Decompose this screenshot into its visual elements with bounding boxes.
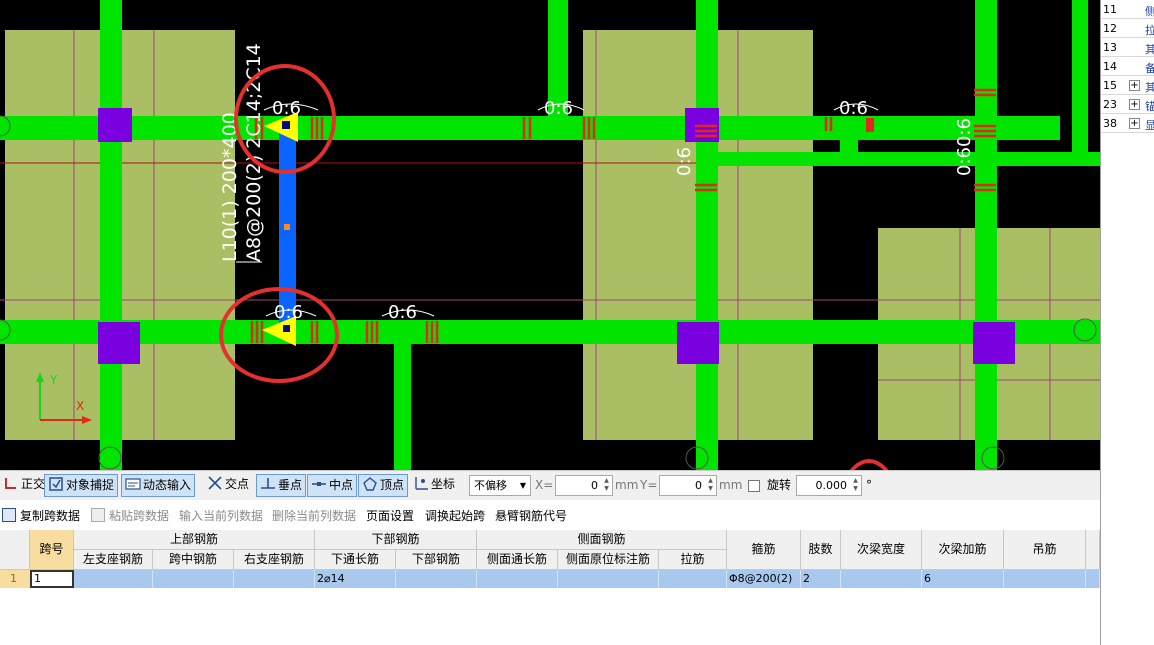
cell-secondary-width[interactable] (841, 570, 922, 588)
property-row[interactable]: 12 拉 (1101, 19, 1154, 38)
offset-select[interactable]: 不偏移 ▼ (469, 475, 531, 496)
corner-cell (0, 530, 30, 570)
cell-bottom[interactable] (396, 570, 477, 588)
cell-tie[interactable] (659, 570, 727, 588)
copy-span-button[interactable]: 复制跨数据 (2, 507, 80, 524)
property-row[interactable]: 23 + 锚 (1101, 95, 1154, 114)
page-setup-button[interactable]: 页面设置 (366, 507, 414, 524)
header-mid-span[interactable]: 跨中钢筋 (153, 550, 234, 570)
input-column-button[interactable]: 输入当前列数据 (179, 507, 263, 524)
expand-icon[interactable]: + (1129, 99, 1140, 110)
perpendicular-icon (261, 478, 275, 489)
cell-secondary-add[interactable]: 6 (922, 570, 1004, 588)
cad-drawing: 0:6 0:6 0:6 0:6 0:6 0:6 0:60:6 L10(1) 20… (0, 0, 1100, 470)
property-row[interactable]: 38 + 显 (1101, 114, 1154, 133)
delete-column-button[interactable]: 删除当前列数据 (272, 507, 356, 524)
row-index[interactable]: 1 (0, 570, 30, 588)
swap-start-button[interactable]: 调换起始跨 (425, 507, 485, 524)
snap-toolbar: 正交 对象捕捉 动态输入 交点 垂点 中点 顶点 坐标 不偏移 ▼ X= 0 ▲ ▼ (0, 470, 1100, 500)
header-secondary-add[interactable]: 次梁加筋 (922, 530, 1004, 570)
header-group-top: 上部钢筋 (74, 530, 315, 550)
cell-bottom-through[interactable]: 2⌀14 (315, 570, 396, 588)
table-action-bar: 复制跨数据 粘贴跨数据 输入当前列数据 删除当前列数据 页面设置 调换起始跨 悬… (0, 500, 1100, 530)
cell-side-through[interactable] (477, 570, 558, 588)
header-hanger[interactable]: 吊筋 (1004, 530, 1086, 570)
intersection-snap-button[interactable]: 交点 (204, 474, 252, 497)
stirrup-mark: 0:6 (839, 98, 868, 119)
paste-icon (91, 508, 105, 522)
property-row[interactable]: 13 其 (1101, 38, 1154, 57)
ortho-button[interactable]: 正交 (0, 474, 48, 497)
header-secondary-width[interactable]: 次梁宽度 (841, 530, 922, 570)
intersection-icon (208, 476, 222, 490)
object-snap-button[interactable]: 对象捕捉 (44, 474, 119, 497)
spinner-icon[interactable]: ▲ ▼ (851, 477, 860, 494)
beam-rebar-label: A8@200(2) 2C14;2C14 (243, 43, 265, 262)
dynamic-input-button[interactable]: 动态输入 (121, 474, 196, 497)
svg-text:Y: Y (49, 373, 58, 387)
header-tie[interactable]: 拉筋 (659, 550, 727, 570)
beam-rebar-editor: 0:6 0:6 0:6 0:6 0:6 0:6 0:60:6 L10(1) 20… (0, 0, 1154, 645)
cell-left-support[interactable] (74, 570, 153, 588)
properties-panel: 11 侧 12 拉 13 其 14 备 15 + 其 23 + 锚 38 + 显 (1100, 0, 1154, 645)
cell-mid-span[interactable] (153, 570, 234, 588)
stirrup-mark: 0:6 (674, 147, 695, 176)
dynamic-input-icon (125, 478, 141, 490)
spinner-icon[interactable]: ▲ ▼ (602, 477, 611, 494)
midpoint-snap-button[interactable]: 中点 (307, 474, 358, 497)
coordinate-icon (415, 477, 428, 490)
header-bottom-through[interactable]: 下通长筋 (315, 550, 396, 570)
beam-section-label: L10(1) 200*400 (219, 112, 241, 262)
x-offset-input[interactable]: 0 ▲ ▼ (555, 475, 613, 496)
stirrup-mark: 0:6 (388, 302, 417, 323)
header-group-bottom: 下部钢筋 (315, 530, 477, 550)
header-side-through[interactable]: 侧面通长筋 (477, 550, 558, 570)
property-row[interactable]: 11 侧 (1101, 0, 1154, 19)
stirrup-mark: 0:6 (544, 98, 573, 119)
svg-text:X: X (76, 399, 84, 413)
expand-icon[interactable]: + (1129, 118, 1140, 129)
paste-span-button[interactable]: 粘贴跨数据 (91, 507, 169, 524)
rotate-checkbox[interactable] (748, 480, 760, 492)
stirrup-mark: 0:6 (272, 98, 301, 119)
header-group-side: 侧面钢筋 (477, 530, 727, 550)
coordinate-snap-button[interactable]: 坐标 (410, 474, 458, 497)
header-legs[interactable]: 肢数 (801, 530, 841, 570)
header-filler (1086, 530, 1100, 570)
span-table: 跨号 上部钢筋 下部钢筋 侧面钢筋 箍筋 肢数 次梁宽度 次梁加筋 吊筋 左支座… (0, 530, 1100, 645)
y-offset-input[interactable]: 0 ▲ ▼ (659, 475, 717, 496)
cell-hanger[interactable] (1004, 570, 1086, 588)
cell-filler (1086, 570, 1100, 588)
dropdown-arrow-icon: ▼ (519, 481, 526, 490)
copy-icon (2, 508, 16, 522)
vertex-icon (363, 477, 377, 491)
cad-canvas[interactable]: 0:6 0:6 0:6 0:6 0:6 0:6 0:60:6 L10(1) 20… (0, 0, 1100, 470)
cantilever-code-button[interactable]: 悬臂钢筋代号 (495, 507, 567, 524)
object-snap-icon (49, 477, 63, 491)
vertex-snap-button[interactable]: 顶点 (358, 474, 409, 497)
expand-icon[interactable]: + (1129, 80, 1140, 91)
header-span[interactable]: 跨号 (30, 530, 74, 570)
cell-stirrup[interactable]: Φ8@200(2) (727, 570, 801, 588)
stirrup-mark: 0:6 (274, 302, 303, 323)
header-left-support[interactable]: 左支座钢筋 (74, 550, 153, 570)
rotate-input[interactable]: 0.000 ▲ ▼ (796, 475, 862, 496)
header-bottom[interactable]: 下部钢筋 (396, 550, 477, 570)
perpendicular-snap-button[interactable]: 垂点 (256, 474, 307, 497)
property-row[interactable]: 14 备 (1101, 57, 1154, 76)
stirrup-mark: 0:60:6 (954, 118, 975, 176)
cell-span[interactable]: 1 (30, 570, 74, 588)
cell-right-support[interactable] (234, 570, 315, 588)
header-right-support[interactable]: 右支座钢筋 (234, 550, 315, 570)
property-row[interactable]: 15 + 其 (1101, 76, 1154, 95)
header-stirrup[interactable]: 箍筋 (727, 530, 801, 570)
cell-side-origin[interactable] (558, 570, 659, 588)
header-side-origin[interactable]: 侧面原位标注筋 (558, 550, 659, 570)
spinner-icon[interactable]: ▲ ▼ (706, 477, 715, 494)
cell-legs[interactable]: 2 (801, 570, 841, 588)
ortho-icon (5, 478, 16, 489)
midpoint-icon (312, 482, 326, 486)
